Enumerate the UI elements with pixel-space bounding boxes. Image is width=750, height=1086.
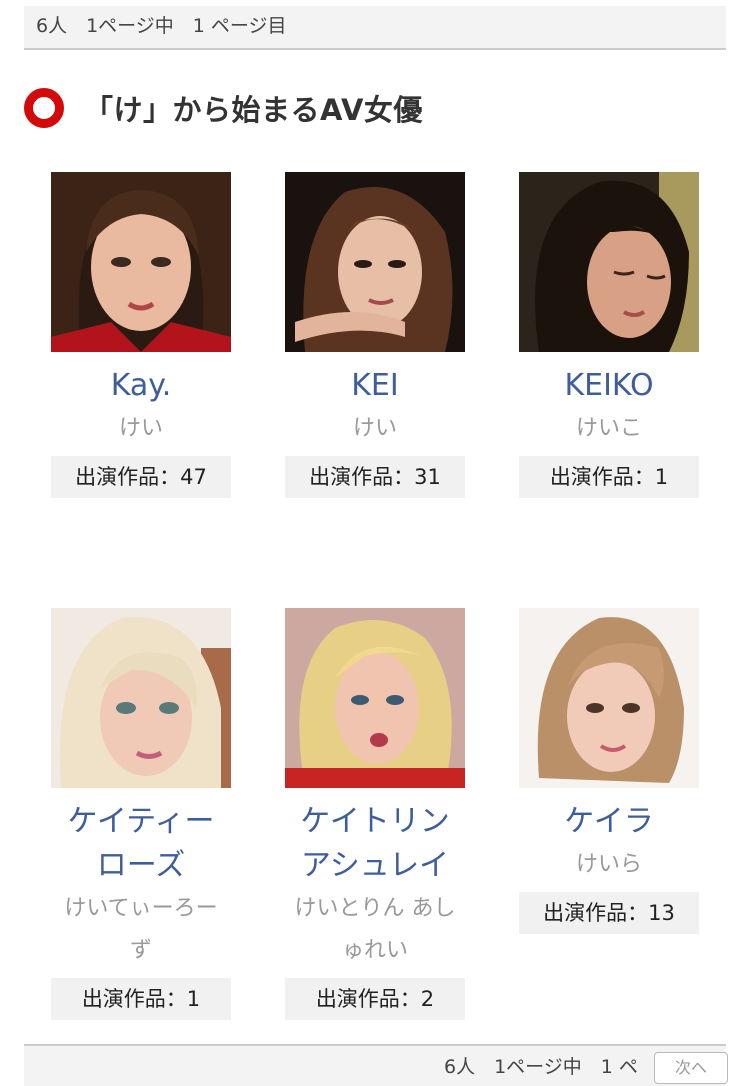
actress-name[interactable]: ケイトリン アシュレイ: [285, 800, 465, 888]
actress-photo[interactable]: [285, 172, 465, 352]
actress-kana-line2: ず: [129, 938, 152, 963]
actress-name[interactable]: ケイティー ローズ: [51, 800, 231, 888]
work-count: 出演作品：31: [285, 456, 465, 498]
actress-kana: けいこ: [575, 416, 642, 441]
actress-kana-line1: けいてぃーろー: [64, 896, 218, 921]
next-page-button[interactable]: 次へ: [654, 1052, 728, 1084]
actress-card[interactable]: Kay. けい 出演作品：47: [51, 172, 231, 498]
actress-name[interactable]: Kay.: [51, 364, 231, 408]
actress-kana: けいとりん あし ゅれい: [285, 888, 465, 972]
work-count: 出演作品：1: [51, 978, 231, 1020]
actress-photo[interactable]: [51, 172, 231, 352]
actress-photo[interactable]: [51, 608, 231, 788]
actress-name-line2[interactable]: アシュレイ: [301, 848, 449, 883]
work-count: 出演作品：1: [519, 456, 699, 498]
actress-name[interactable]: KEIKO: [519, 364, 699, 408]
work-count: 出演作品：47: [51, 456, 231, 498]
pager-top-text: 6人 1ページ中 1 ページ目: [36, 15, 287, 37]
actress-name-line1[interactable]: ケイティー: [68, 804, 215, 839]
actress-card[interactable]: ケイトリン アシュレイ けいとりん あし ゅれい 出演作品：2: [285, 608, 465, 1020]
work-count: 出演作品：13: [519, 892, 699, 934]
section-heading: 「け」から始まるAV女優: [24, 86, 423, 130]
actress-kana-line2: ゅれい: [341, 938, 408, 963]
actress-photo[interactable]: [519, 172, 699, 352]
red-ring-icon: [24, 88, 64, 128]
actress-name[interactable]: KEI: [285, 364, 465, 408]
actress-name-line1[interactable]: ケイトリン: [300, 804, 449, 839]
actress-photo[interactable]: [285, 608, 465, 788]
actress-card[interactable]: KEI けい 出演作品：31: [285, 172, 465, 498]
actress-name[interactable]: ケイラ: [519, 800, 699, 844]
actress-kana: けいてぃーろー ず: [51, 888, 231, 972]
actress-kana: けい: [352, 416, 397, 441]
actress-kana: けいら: [575, 852, 642, 877]
section-title: 「け」から始まるAV女優: [84, 93, 423, 127]
actress-card[interactable]: KEIKO けいこ 出演作品：1: [519, 172, 699, 498]
actress-name-line2[interactable]: ローズ: [97, 848, 186, 883]
pager-top: 6人 1ページ中 1 ページ目: [24, 6, 726, 50]
actress-kana: けい: [118, 416, 163, 441]
actress-photo[interactable]: [519, 608, 699, 788]
actress-kana-line1: けいとりん あし: [294, 896, 456, 921]
pager-bottom-text: 6人 1ページ中 1 ペ: [444, 1056, 638, 1078]
actress-card[interactable]: ケイラ けいら 出演作品：13: [519, 608, 699, 934]
actress-card[interactable]: ケイティー ローズ けいてぃーろー ず 出演作品：1: [51, 608, 231, 1020]
pager-bottom: 6人 1ページ中 1 ペ 次へ: [24, 1044, 728, 1086]
work-count: 出演作品：2: [285, 978, 465, 1020]
